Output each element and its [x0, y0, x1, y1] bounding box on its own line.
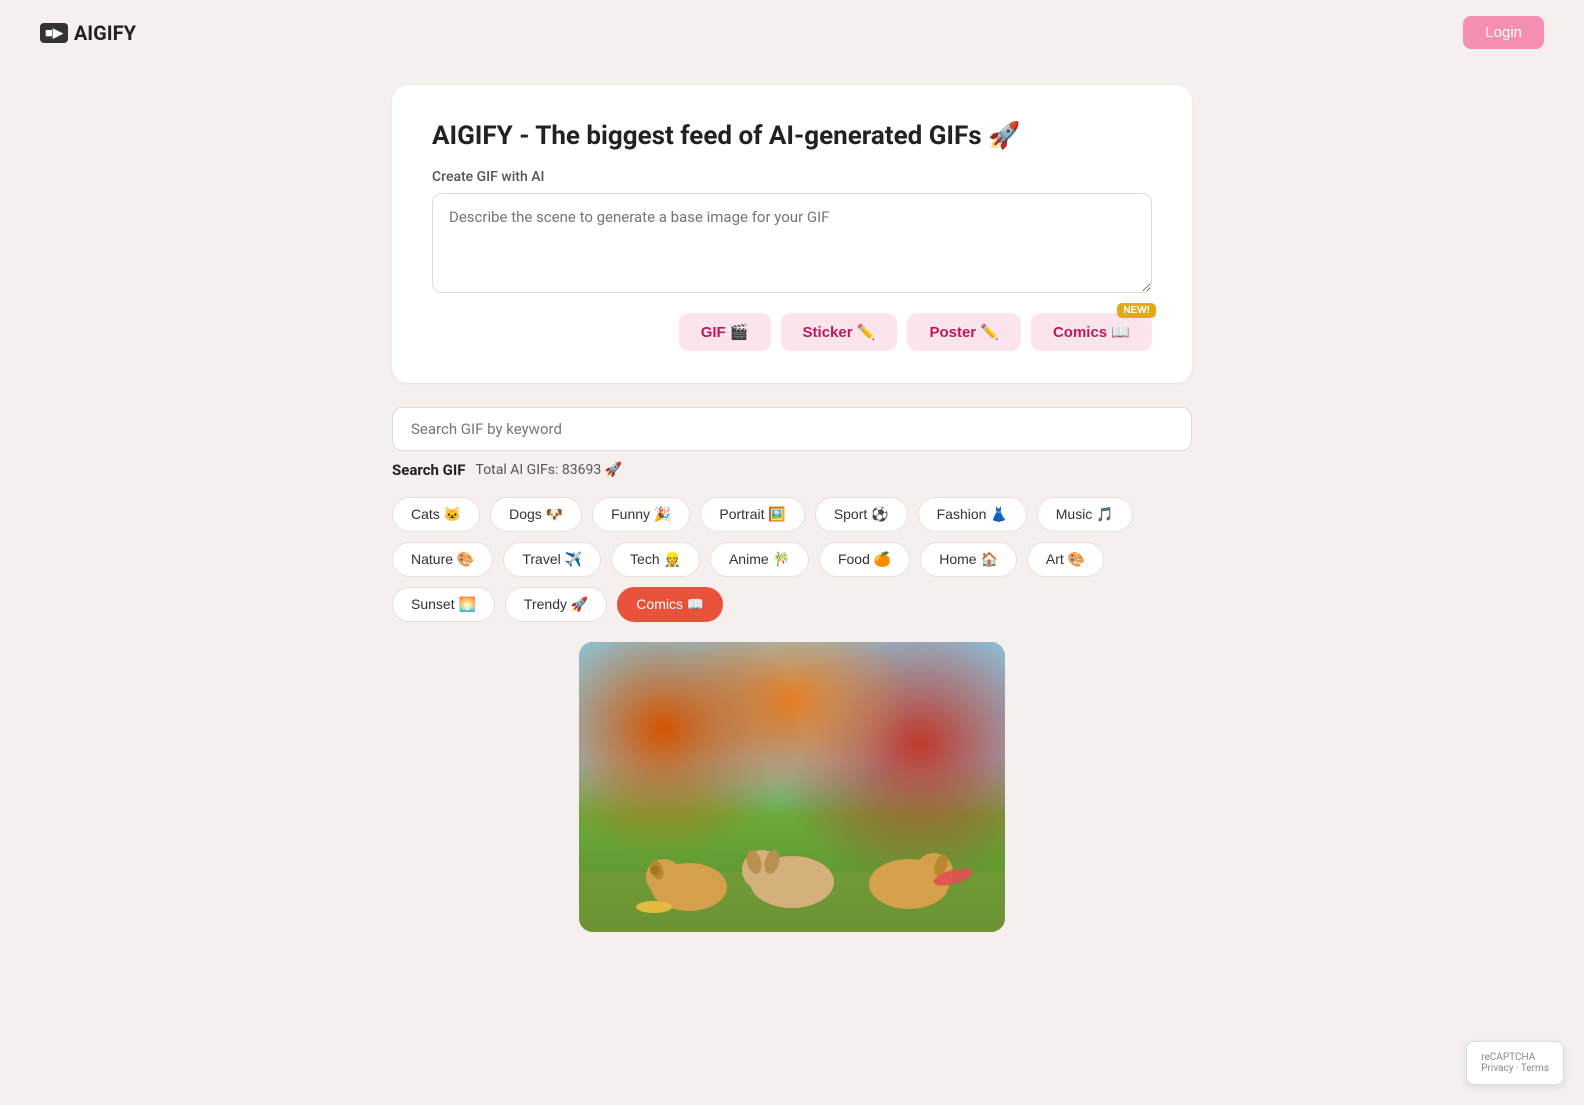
poster-type-button[interactable]: Poster ✏️ [907, 313, 1021, 351]
category-tag-fashion[interactable]: Fashion 👗 [918, 497, 1027, 532]
category-tag-art[interactable]: Art 🎨 [1027, 542, 1104, 577]
logo-icon: ■▶ [40, 23, 68, 43]
hero-title: AIGIFY - The biggest feed of AI-generate… [432, 121, 1152, 151]
logo: ■▶ AIGIFY [40, 21, 136, 45]
prompt-textarea[interactable] [432, 193, 1152, 293]
new-badge: NEW! [1117, 303, 1156, 318]
category-tag-portrait[interactable]: Portrait 🖼️ [700, 497, 804, 532]
type-buttons-container: GIF 🎬 Sticker ✏️ Poster ✏️ Comics 📖 NEW! [432, 313, 1152, 351]
login-button[interactable]: Login [1463, 16, 1544, 49]
category-tag-nature[interactable]: Nature 🎨 [392, 542, 493, 577]
category-tag-travel[interactable]: Travel ✈️ [503, 542, 601, 577]
category-tag-home[interactable]: Home 🏠 [920, 542, 1017, 577]
category-tag-tech[interactable]: Tech 👷 [611, 542, 700, 577]
category-tag-trendy[interactable]: Trendy 🚀 [505, 587, 607, 622]
category-tags: Cats 🐱 Dogs 🐶 Funny 🎉 Portrait 🖼️ Sport ⚽ Fas… [392, 497, 1192, 622]
category-tag-cats[interactable]: Cats 🐱 [392, 497, 480, 532]
main-content: AIGIFY - The biggest feed of AI-generate… [372, 85, 1212, 932]
search-input[interactable] [392, 407, 1192, 451]
sticker-type-button[interactable]: Sticker ✏️ [781, 313, 898, 351]
search-section: Search GIF Total AI GIFs: 83693 🚀 [392, 407, 1192, 479]
category-tag-sport[interactable]: Sport ⚽ [815, 497, 908, 532]
category-tag-sunset[interactable]: Sunset 🌅 [392, 587, 495, 622]
search-gif-label: Search GIF [392, 461, 466, 479]
category-tag-comics[interactable]: Comics 📖 [617, 587, 723, 622]
recaptcha-badge: reCAPTCHA Privacy · Terms [1466, 1041, 1564, 1085]
gif-type-button[interactable]: GIF 🎬 [679, 313, 771, 351]
hero-card: AIGIFY - The biggest feed of AI-generate… [392, 85, 1192, 383]
category-tag-funny[interactable]: Funny 🎉 [592, 497, 690, 532]
header: ■▶ AIGIFY Login [0, 0, 1584, 65]
category-tag-anime[interactable]: Anime 🎋 [710, 542, 809, 577]
search-meta: Search GIF Total AI GIFs: 83693 🚀 [392, 461, 1192, 479]
dogs-svg [579, 732, 1005, 932]
logo-text: AIGIFY [74, 21, 136, 45]
gif-image [579, 642, 1005, 932]
total-gifs-label: Total AI GIFs: 83693 🚀 [476, 462, 623, 478]
category-tag-music[interactable]: Music 🎵 [1037, 497, 1133, 532]
category-tag-food[interactable]: Food 🍊 [819, 542, 910, 577]
comics-type-button[interactable]: Comics 📖 NEW! [1031, 313, 1152, 351]
category-tag-dogs[interactable]: Dogs 🐶 [490, 497, 582, 532]
create-label: Create GIF with AI [432, 169, 1152, 185]
gif-container [392, 642, 1192, 932]
